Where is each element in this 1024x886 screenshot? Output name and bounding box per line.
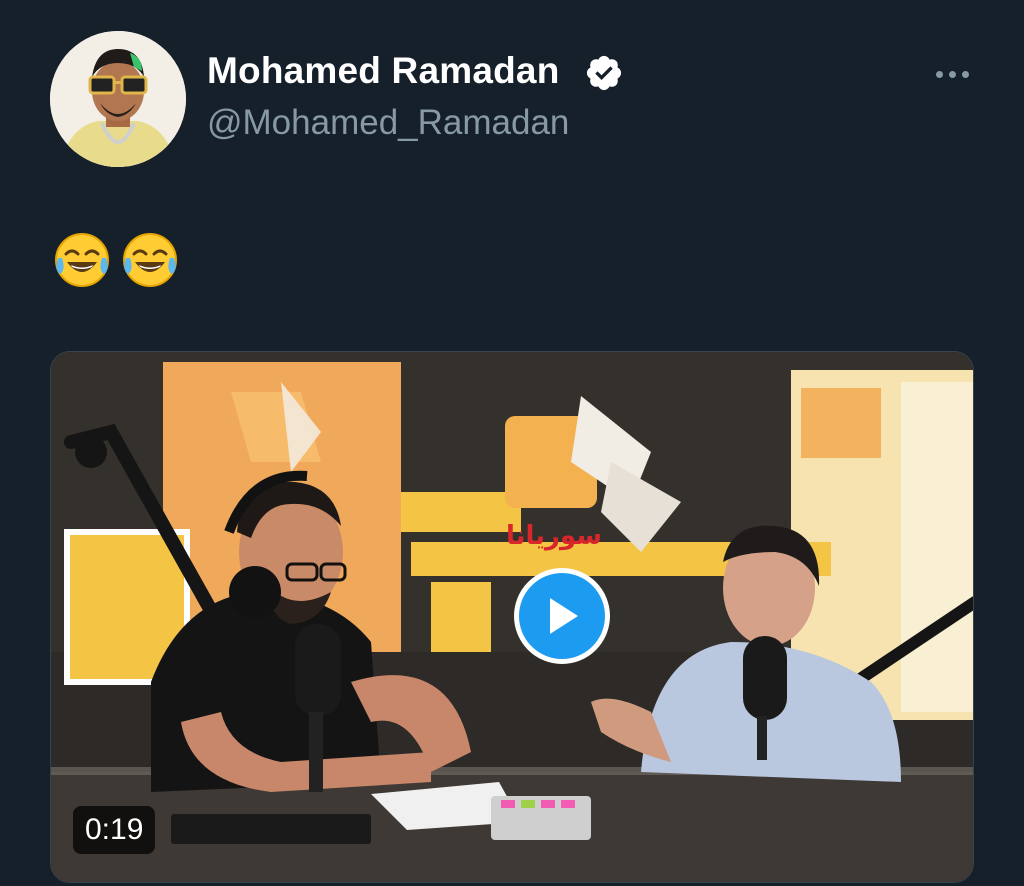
- more-horizontal-icon: [935, 70, 943, 78]
- avatar-image: [50, 31, 186, 167]
- author-avatar[interactable]: [50, 31, 186, 167]
- video-player[interactable]: سوريانا 0:19: [50, 351, 974, 883]
- more-options-button[interactable]: [928, 58, 976, 90]
- tweet-text: [52, 230, 180, 290]
- face-with-tears-of-joy-icon: [123, 233, 177, 287]
- verified-badge-icon: [584, 53, 624, 93]
- video-thumbnail: [51, 352, 973, 882]
- face-with-tears-of-joy-icon: [55, 233, 109, 287]
- play-button[interactable]: [514, 568, 610, 664]
- video-duration-badge: 0:19: [73, 806, 156, 854]
- play-icon: [550, 598, 578, 634]
- more-dot: [961, 70, 969, 78]
- author-handle[interactable]: @Mohamed_Ramadan: [207, 103, 569, 143]
- more-dot: [948, 70, 956, 78]
- station-sign-text: سوريانا: [506, 520, 602, 550]
- author-display-name[interactable]: Mohamed Ramadan: [207, 50, 560, 92]
